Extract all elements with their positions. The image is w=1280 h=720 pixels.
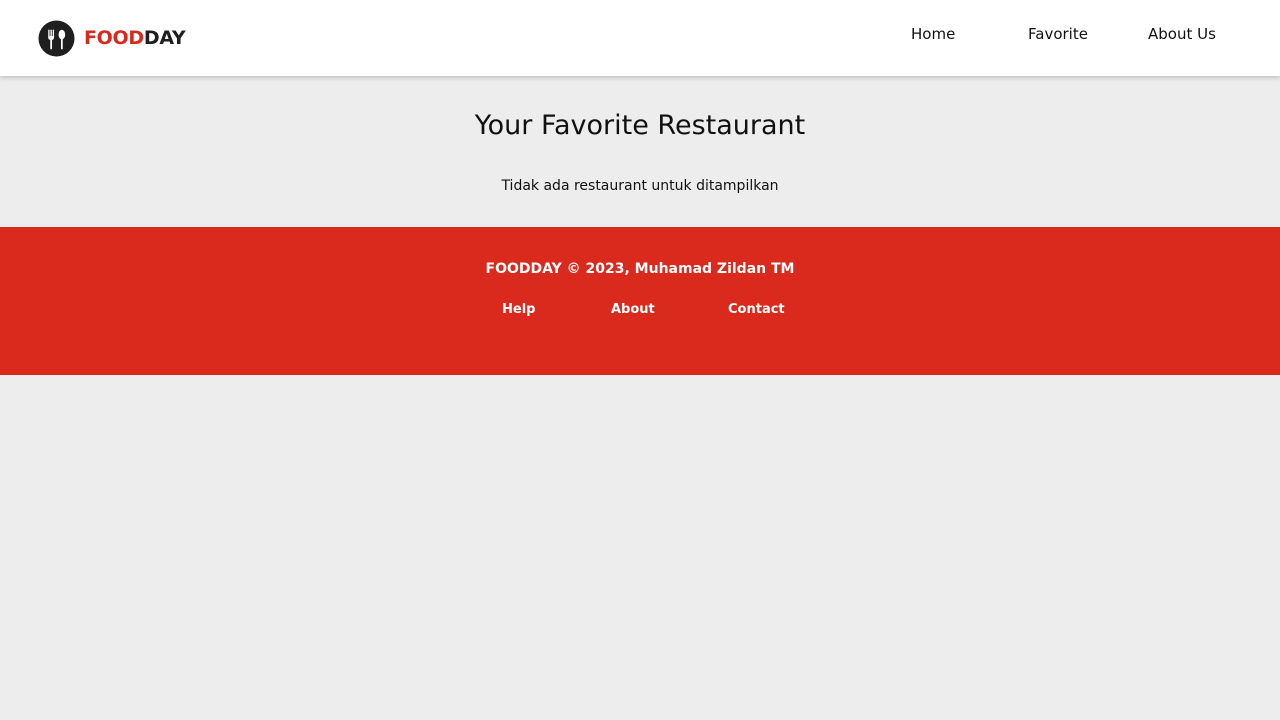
nav-about-us-link[interactable]: About Us (1148, 24, 1216, 44)
footer-about-link[interactable]: About (611, 301, 655, 319)
footer-help-link[interactable]: Help (502, 301, 535, 319)
main-content: Your Favorite Restaurant Tidak ada resta… (0, 76, 1280, 227)
nav-home-link[interactable]: Home (911, 24, 955, 44)
app-header: FOODDAY Home Favorite About Us (0, 0, 1280, 76)
app-footer: FOODDAY © 2023, Muhamad Zildan TM Help A… (0, 227, 1280, 375)
empty-state-message: Tidak ada restaurant untuk ditampilkan (501, 178, 779, 194)
footer-contact-link[interactable]: Contact (728, 301, 785, 319)
copyright-text: FOODDAY © 2023, Muhamad Zildan TM (485, 261, 795, 277)
main-nav: Home Favorite About Us (0, 0, 1280, 76)
page-title: Your Favorite Restaurant (474, 110, 806, 141)
nav-favorite-link[interactable]: Favorite (1028, 24, 1088, 44)
